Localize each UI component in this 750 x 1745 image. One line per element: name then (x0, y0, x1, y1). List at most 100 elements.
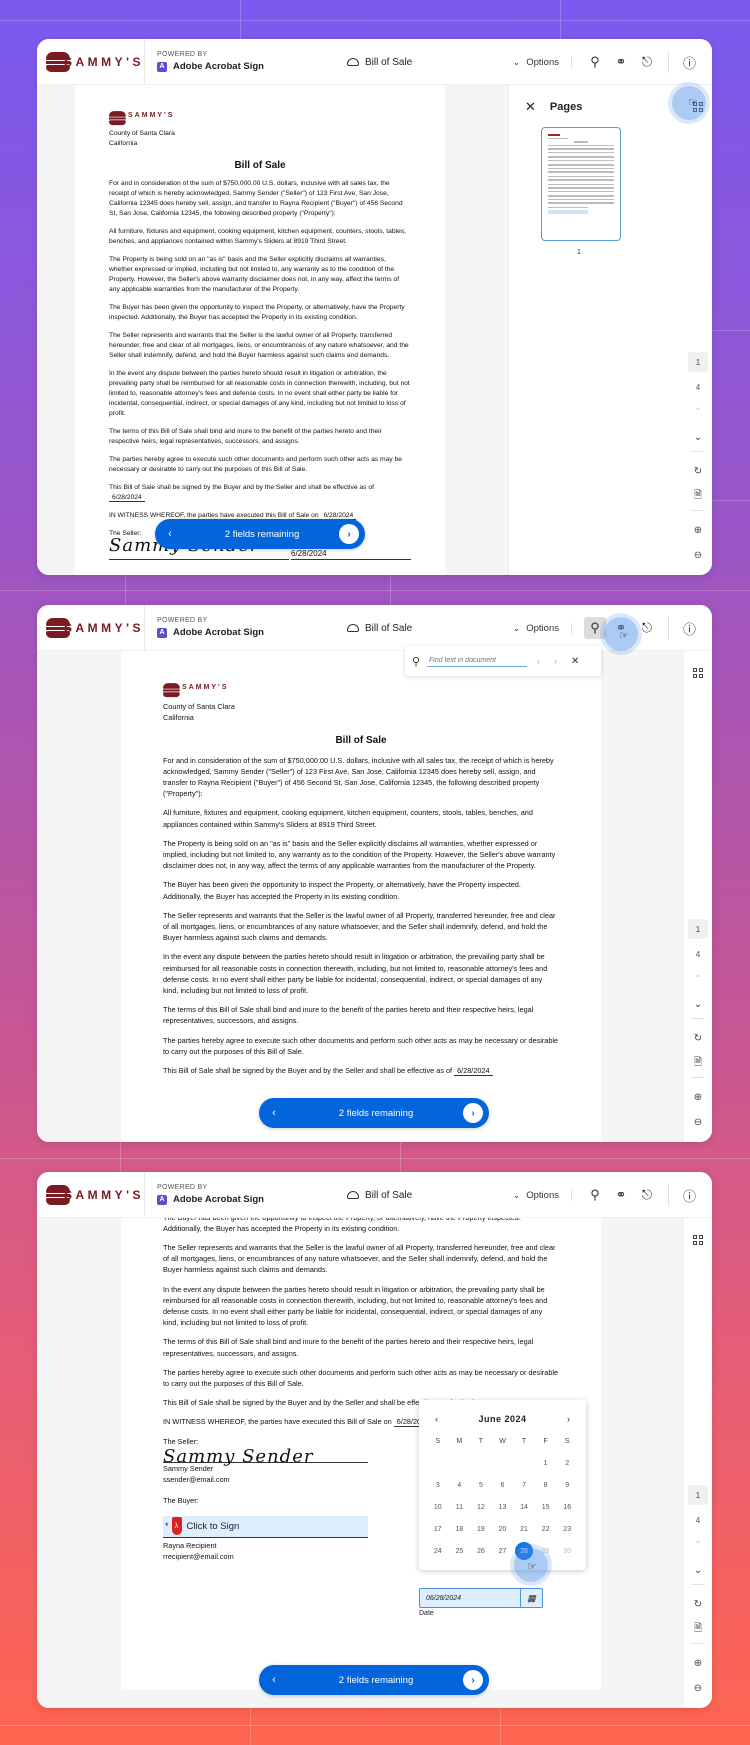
next-field-button[interactable]: › (463, 1103, 483, 1123)
calendar-day[interactable]: 5 (470, 1474, 492, 1496)
paragraph: All furniture, fixtures and equipment, c… (109, 228, 407, 245)
calendar-day[interactable]: 10 (427, 1496, 449, 1518)
search-button[interactable]: ⚲ (584, 51, 606, 73)
next-page-button[interactable]: ⌄ (688, 994, 708, 1014)
zoom-in-icon: ⊕ (693, 1091, 703, 1103)
calendar-day[interactable]: 21 (513, 1518, 535, 1540)
help-button[interactable]: ⓘ (668, 1184, 700, 1206)
calendar-day[interactable]: 15 (535, 1496, 557, 1518)
current-page-input[interactable]: 1 (688, 1485, 708, 1505)
calendar-day[interactable]: 19 (470, 1518, 492, 1540)
chevron-down-icon: ⌄ (512, 1189, 521, 1200)
previous-field-button[interactable]: ‹ (259, 1674, 289, 1686)
page-thumbnails-button[interactable] (688, 1230, 708, 1250)
calendar-day[interactable]: 27 (492, 1540, 514, 1562)
calendar-day[interactable]: 11 (449, 1496, 471, 1518)
previous-page-button[interactable]: ⌃ (688, 969, 708, 989)
click-to-sign-field[interactable]: * λ Click to Sign (163, 1515, 368, 1538)
search-button[interactable]: ⚲ (584, 617, 606, 639)
options-menu-button[interactable]: ⌄ Options (513, 56, 572, 68)
effective-date-field[interactable]: 6/28/2024 (454, 1066, 493, 1077)
close-search-button[interactable]: ✕ (571, 656, 579, 667)
calendar-day[interactable]: 8 (535, 1474, 557, 1496)
headphones-icon: ⚭ (615, 54, 627, 69)
calendar-day[interactable]: 20 (492, 1518, 514, 1540)
effective-date-field[interactable]: 6/28/2024 (109, 494, 145, 502)
language-button[interactable]: ⎋ (636, 617, 658, 639)
calendar-day[interactable]: 23 (556, 1518, 578, 1540)
calendar-button[interactable]: ▦ (520, 1589, 542, 1607)
calendar-day[interactable]: 6 (492, 1474, 514, 1496)
next-month-button[interactable]: › (567, 1414, 570, 1424)
document-canvas[interactable]: The Property is being sold on an "as is"… (37, 1218, 684, 1708)
help-button[interactable]: ⓘ (668, 617, 700, 639)
calendar-day[interactable]: 30 (556, 1540, 578, 1562)
close-pages-button[interactable]: ✕ (525, 99, 536, 115)
rotate-button[interactable]: ↻ (688, 1028, 708, 1048)
calendar-day[interactable]: 18 (449, 1518, 471, 1540)
zoom-in-button[interactable]: ⊕ (688, 1087, 708, 1107)
rotate-button[interactable]: ↻ (688, 1594, 708, 1614)
calendar-day[interactable]: 1 (535, 1452, 557, 1474)
previous-page-button[interactable]: ⌃ (688, 402, 708, 422)
calendar-day[interactable]: 3 (427, 1474, 449, 1496)
calendar-day[interactable]: 2 (556, 1452, 578, 1474)
next-match-button[interactable]: › (554, 656, 557, 666)
current-page-input[interactable]: 1 (688, 352, 708, 372)
accessibility-button[interactable]: ⚭ (610, 1184, 632, 1206)
calendar-day[interactable]: 14 (513, 1496, 535, 1518)
chevron-down-icon: ⌄ (693, 998, 703, 1010)
calendar-day[interactable]: 17 (427, 1518, 449, 1540)
help-icon: ⓘ (682, 1188, 696, 1204)
acrobat-icon: A (157, 1194, 167, 1205)
powered-by-label: POWERED BY (157, 617, 208, 624)
previous-page-button[interactable]: ⌃ (688, 1535, 708, 1555)
next-page-button[interactable]: ⌄ (688, 1560, 708, 1580)
download-button[interactable]: 🗎 (688, 486, 708, 506)
options-menu-button[interactable]: ⌄ Options (512, 1189, 572, 1201)
document-canvas[interactable]: SAMMY'S County of Santa Clara California… (37, 651, 684, 1142)
accessibility-button[interactable]: ⚭ (610, 51, 632, 73)
language-button[interactable]: ⎋ (636, 51, 658, 73)
zoom-out-button[interactable]: ⊖ (688, 545, 708, 565)
previous-month-button[interactable]: ‹ (435, 1414, 438, 1424)
calendar-day[interactable]: 24 (427, 1540, 449, 1562)
rotate-button[interactable]: ↻ (688, 461, 708, 481)
zoom-in-button[interactable]: ⊕ (688, 1653, 708, 1673)
page-thumbnails-button[interactable] (688, 663, 708, 683)
zoom-out-button[interactable]: ⊖ (688, 1112, 708, 1132)
calendar-day[interactable]: 7 (513, 1474, 535, 1496)
previous-match-button[interactable]: ‹ (537, 656, 540, 666)
buyer-date-field[interactable]: 06/28/2024 ▦ (419, 1588, 543, 1608)
calendar-day[interactable]: 4 (449, 1474, 471, 1496)
calendar-day[interactable]: 26 (470, 1540, 492, 1562)
previous-field-button[interactable]: ‹ (155, 528, 185, 540)
paragraph: The Seller represents and warrants that … (109, 332, 409, 359)
download-button[interactable]: 🗎 (688, 1619, 708, 1639)
calendar-day[interactable]: 16 (556, 1496, 578, 1518)
page-thumbnail[interactable] (541, 127, 621, 241)
divider (691, 451, 705, 452)
previous-field-button[interactable]: ‹ (259, 1107, 289, 1119)
next-page-button[interactable]: ⌄ (688, 427, 708, 447)
options-menu-button[interactable]: ⌄ Options (513, 622, 572, 634)
county-text: County of Santa Clara (109, 130, 175, 137)
help-button[interactable]: ⓘ (668, 51, 700, 73)
hand-cursor-icon: ☞ (688, 97, 698, 109)
zoom-out-button[interactable]: ⊖ (688, 1678, 708, 1698)
calendar-day[interactable]: 13 (492, 1496, 514, 1518)
calendar-day[interactable]: 25 (449, 1540, 471, 1562)
language-button[interactable]: ⎋ (636, 1184, 658, 1206)
calendar-day[interactable]: 9 (556, 1474, 578, 1496)
powered-by: POWERED BY A Adobe Acrobat Sign (145, 1184, 264, 1205)
current-page-input[interactable]: 1 (688, 919, 708, 939)
find-text-input[interactable] (427, 655, 527, 667)
next-field-button[interactable]: › (339, 524, 359, 544)
zoom-in-button[interactable]: ⊕ (688, 520, 708, 540)
next-field-button[interactable]: › (463, 1670, 483, 1690)
download-button[interactable]: 🗎 (688, 1053, 708, 1073)
calendar-day[interactable]: 12 (470, 1496, 492, 1518)
calendar-day[interactable]: 22 (535, 1518, 557, 1540)
chevron-up-icon: ⌃ (693, 973, 703, 985)
search-button[interactable]: ⚲ (584, 1184, 606, 1206)
